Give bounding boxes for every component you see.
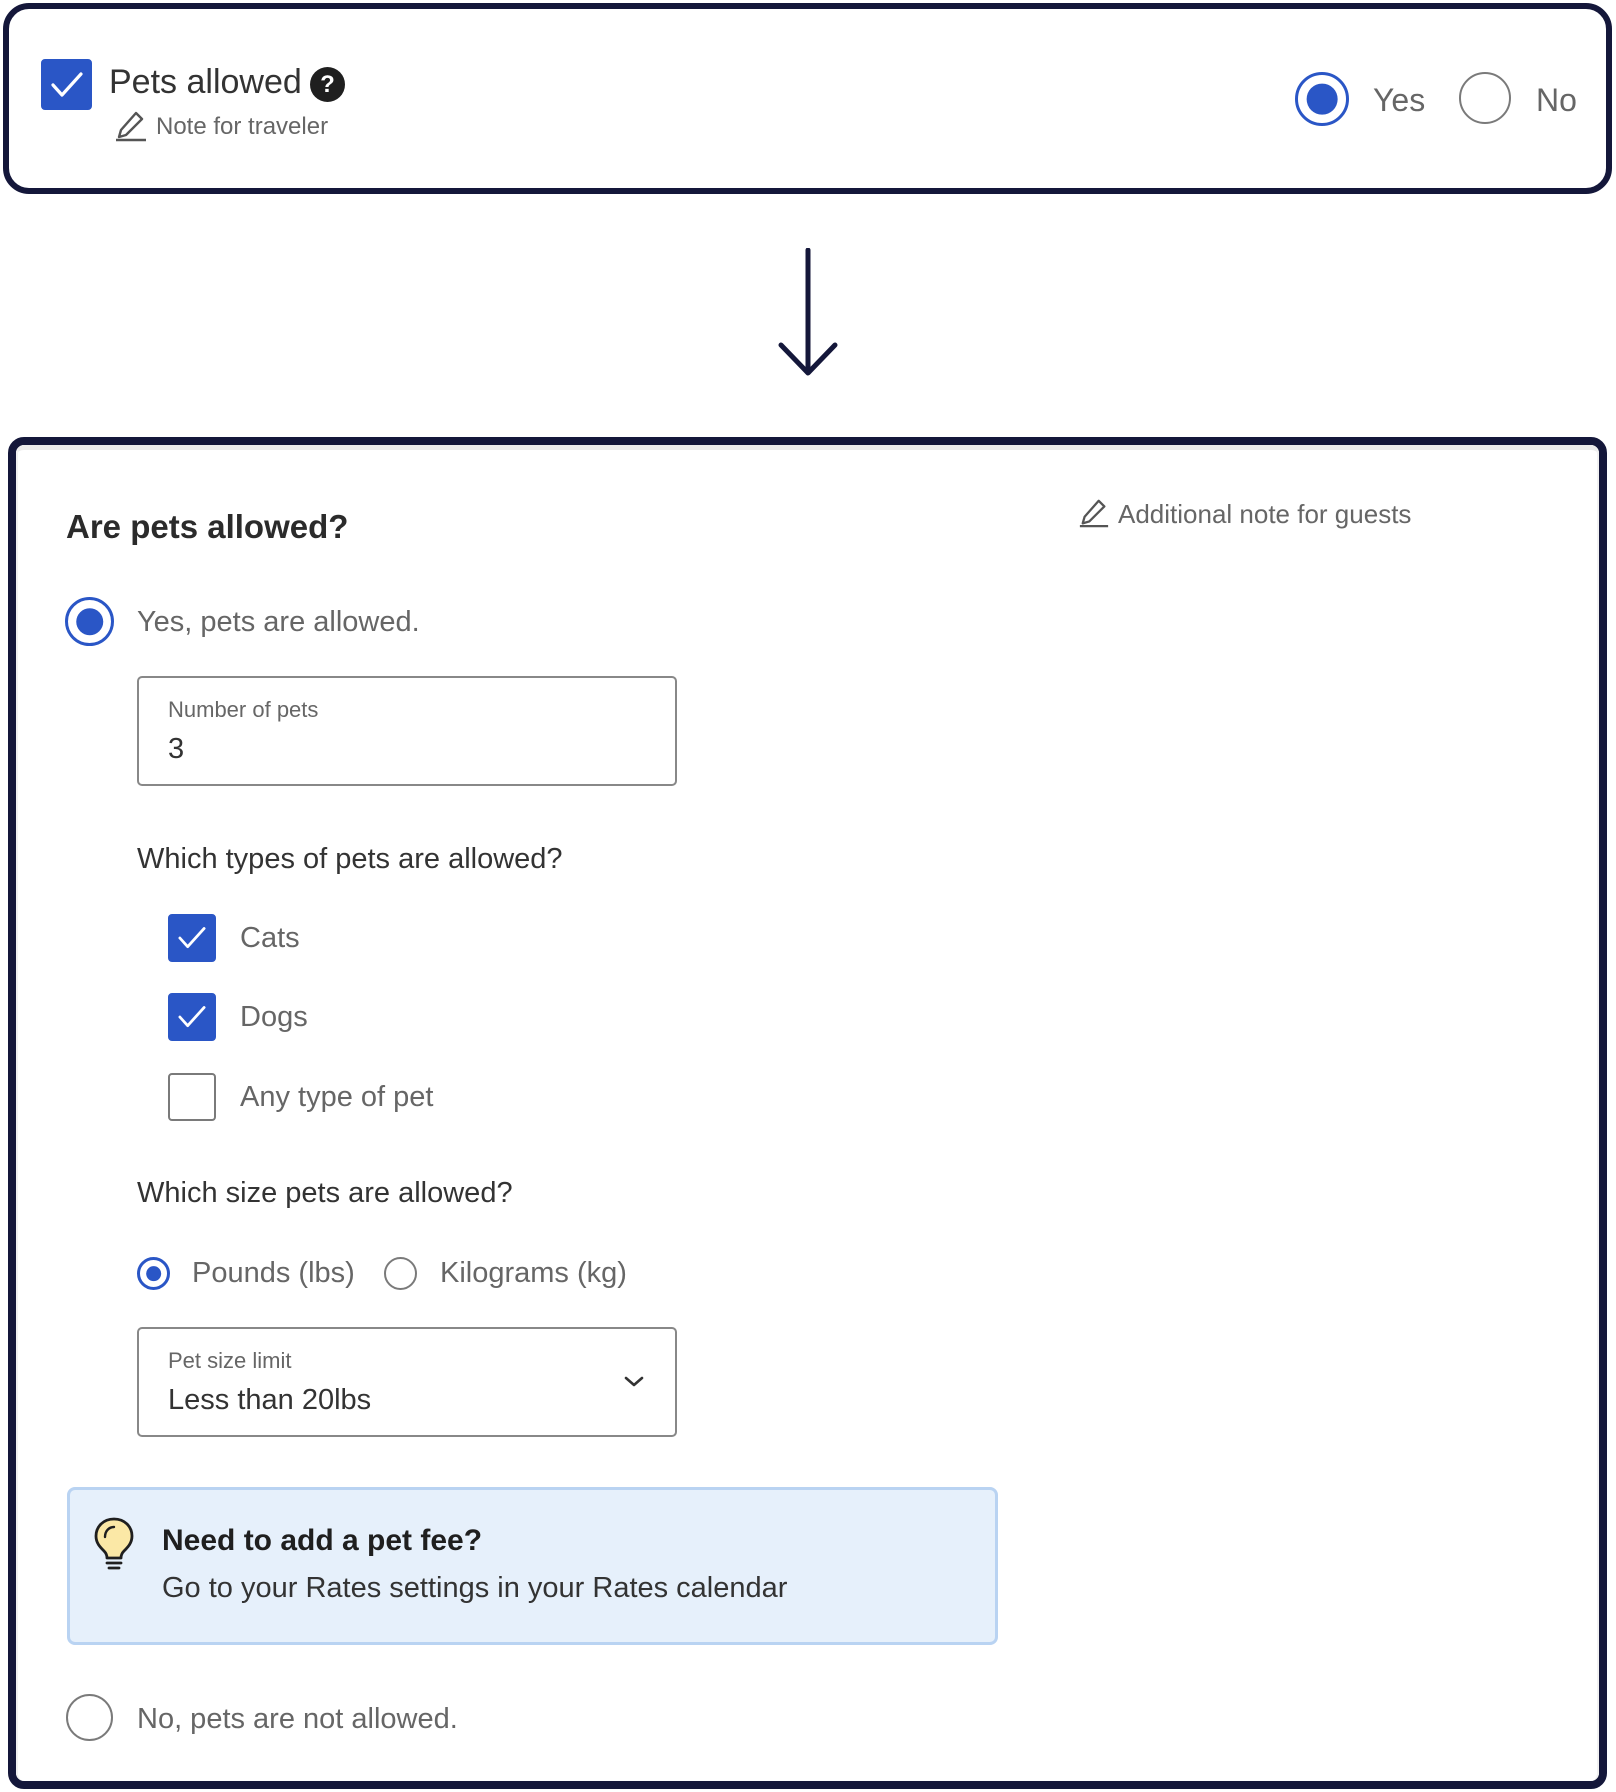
note-for-traveler-link[interactable]: Note for traveler [114,109,354,143]
no-label: No [1536,82,1577,118]
no-radio[interactable] [1459,72,1511,124]
number-of-pets-field[interactable]: Number of pets 3 [137,676,677,786]
arrow-down-icon [778,248,838,376]
question-circle-icon[interactable]: ? [310,67,345,102]
any-type-checkbox[interactable] [168,1073,216,1121]
pet-size-question: Which size pets are allowed? [137,1177,513,1209]
pets-allowed-checkbox[interactable] [41,59,92,110]
pets-question-heading: Are pets allowed? [66,508,349,545]
pet-size-limit-label: Pet size limit [168,1348,292,1373]
checkmark-icon [178,1006,206,1028]
additional-note-link[interactable]: Additional note for guests [1078,496,1438,532]
pet-fee-tip-title: Need to add a pet fee? [162,1524,483,1557]
pounds-label: Pounds (lbs) [192,1257,355,1289]
pencil-icon [1079,499,1109,528]
number-of-pets-value: 3 [168,733,185,765]
cats-label: Cats [240,922,300,954]
note-for-traveler-label: Note for traveler [156,113,329,140]
no-pets-allowed-radio[interactable] [66,1694,113,1741]
additional-note-label: Additional note for guests [1118,499,1412,529]
kilograms-radio[interactable] [384,1257,417,1290]
any-type-label: Any type of pet [240,1081,434,1113]
checkmark-icon [50,71,83,97]
pets-allowed-title: Pets allowed [109,63,302,101]
dogs-checkbox[interactable] [168,993,216,1041]
yes-pets-allowed-label: Yes, pets are allowed. [137,606,420,638]
yes-radio[interactable] [1295,72,1349,126]
pencil-icon [116,111,146,142]
no-pets-allowed-label: No, pets are not allowed. [137,1703,458,1735]
checkmark-icon [178,927,206,949]
pet-size-limit-select[interactable]: Pet size limit Less than 20lbs [137,1327,677,1437]
number-of-pets-label: Number of pets [168,697,319,722]
dogs-label: Dogs [240,1001,308,1033]
chevron-down-icon [624,1376,644,1387]
yes-label: Yes [1373,82,1426,118]
cats-checkbox[interactable] [168,914,216,962]
pet-size-limit-value: Less than 20lbs [168,1384,372,1416]
yes-pets-allowed-radio[interactable] [65,597,114,646]
pounds-radio[interactable] [137,1257,170,1290]
pet-fee-tip-body: Go to your Rates settings in your Rates … [162,1572,788,1604]
lightbulb-icon [94,1517,134,1570]
pet-types-question: Which types of pets are allowed? [137,843,563,875]
pet-fee-tip: Need to add a pet fee? Go to your Rates … [67,1487,998,1645]
kilograms-label: Kilograms (kg) [440,1257,627,1289]
